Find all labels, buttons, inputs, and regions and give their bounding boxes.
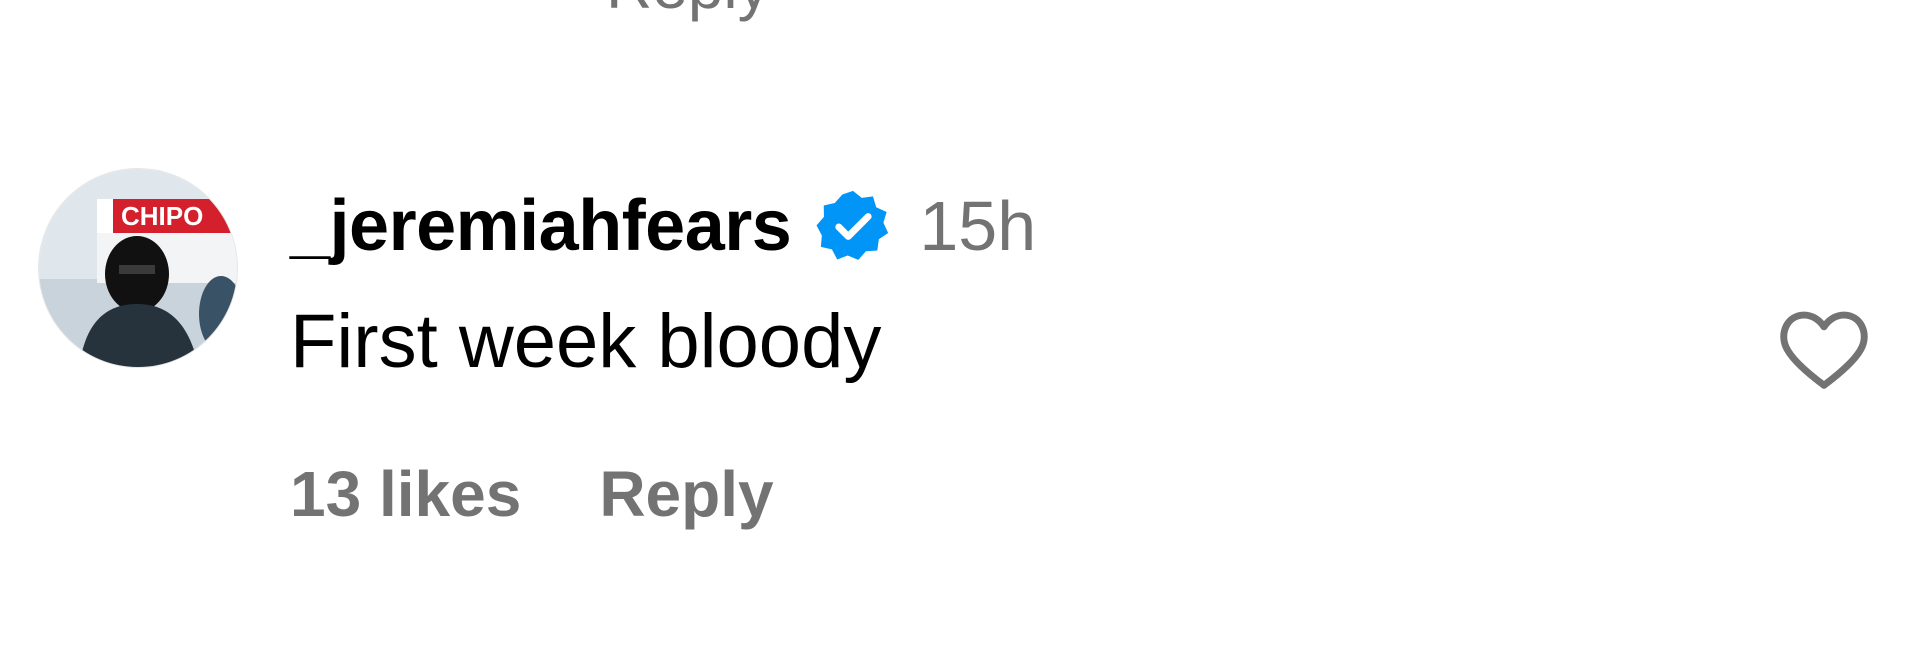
- username-link[interactable]: _jeremiahfears: [290, 185, 792, 267]
- heart-outline-icon[interactable]: [1772, 296, 1876, 400]
- comment-actions: 13 likes Reply: [290, 462, 774, 526]
- avatar-sign-text: CHIPO: [121, 201, 203, 231]
- comment-header: _jeremiahfears 15h: [290, 186, 1036, 266]
- previous-comment-reply-button[interactable]: Reply: [606, 0, 770, 18]
- avatar[interactable]: CHIPO: [38, 168, 238, 368]
- avatar-image: CHIPO: [39, 169, 237, 367]
- likes-count-button[interactable]: 13 likes: [290, 462, 521, 526]
- verified-badge-icon: [815, 188, 891, 264]
- comment-item: CHIPO _jeremiahfears 15h First week bloo…: [38, 168, 1878, 548]
- comment-text: First week bloody: [290, 299, 882, 384]
- comments-panel: Reply CHIPO _jeremiahfears: [0, 0, 1920, 663]
- reply-button[interactable]: Reply: [599, 462, 773, 526]
- comment-timestamp[interactable]: 15h: [919, 186, 1036, 266]
